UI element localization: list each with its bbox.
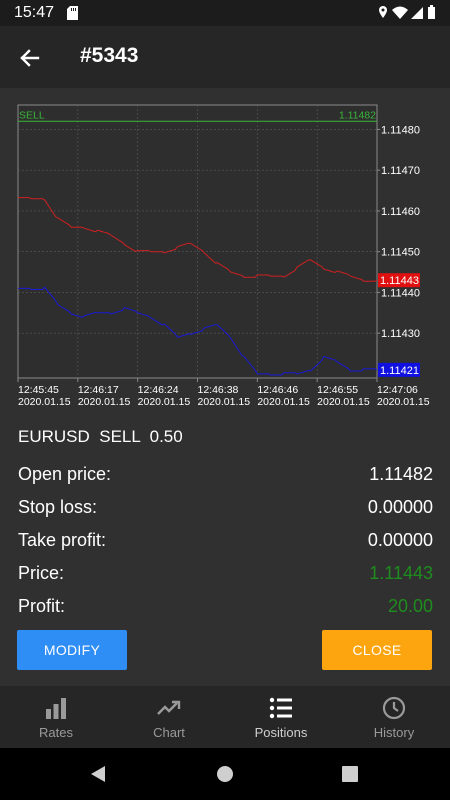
back-triangle-icon[interactable] — [88, 764, 108, 784]
trade-summary: EURUSD SELL 0.50 — [18, 427, 183, 446]
home-circle-icon[interactable] — [215, 764, 235, 784]
back-arrow-icon[interactable] — [14, 43, 44, 73]
status-system-icons — [379, 5, 435, 19]
price-chart[interactable]: 1.11480 1.11470 1.11460 1.11450 1.11440 1.114… — [0, 88, 450, 418]
y-tick-label: 1.11460 — [381, 206, 420, 218]
price-label-text-1: 1.11421 — [380, 365, 419, 377]
nav-item-positions[interactable]: Positions — [225, 686, 337, 748]
take-profit-row: Take profit: 0.00000 — [18, 530, 433, 558]
nav-item-history[interactable]: History — [338, 686, 450, 748]
chart-svg: 1.114801.114701.114601.114501.114401.114… — [17, 104, 430, 408]
x-tick-time: 12:47:06 — [377, 384, 418, 396]
clock-icon — [382, 696, 406, 720]
x-tick-time: 12:46:55 — [317, 384, 358, 396]
modify-button[interactable]: MODIFY — [17, 630, 127, 670]
list-icon — [269, 697, 292, 719]
y-tick-label: 1.11430 — [381, 328, 420, 340]
x-tick-time: 12:46:38 — [198, 384, 239, 396]
open-price-value: 1.11482 — [369, 464, 433, 484]
take-profit-label: Take profit: — [18, 530, 107, 550]
signal-icon — [411, 7, 423, 19]
price-row: Price: 1.11443 — [18, 563, 433, 591]
price-label-text-0: 1.11443 — [380, 275, 419, 287]
x-tick-time: 12:46:46 — [257, 384, 298, 396]
x-tick-date: 2020.01.15 — [317, 396, 370, 408]
price-value: 1.11443 — [369, 563, 433, 583]
nav-label-chart: Chart — [153, 725, 185, 740]
nav-label-rates: Rates — [39, 725, 73, 740]
nav-item-rates[interactable]: Rates — [0, 686, 112, 748]
system-nav-bar — [0, 748, 450, 800]
nav-item-chart[interactable]: Chart — [113, 686, 225, 748]
stop-loss-value: 0.00000 — [367, 497, 433, 517]
price-label: Price: — [18, 563, 65, 583]
sell-line-label: SELL — [19, 109, 45, 121]
nav-label-history: History — [373, 725, 415, 740]
recents-square-icon[interactable] — [340, 764, 360, 784]
x-tick-time: 12:46:17 — [78, 384, 119, 396]
profit-label: Profit: — [18, 596, 66, 616]
close-button[interactable]: CLOSE — [322, 630, 432, 670]
nav-label-positions: Positions — [254, 725, 308, 740]
battery-icon — [428, 5, 435, 19]
profit-row: Profit: 20.00 — [18, 596, 433, 624]
x-tick-date: 2020.01.15 — [78, 396, 131, 408]
x-tick-date: 2020.01.15 — [138, 396, 191, 408]
y-tick-label: 1.11440 — [381, 287, 420, 299]
x-tick-time: 12:45:45 — [18, 384, 59, 396]
y-tick-label: 1.11450 — [381, 247, 420, 259]
take-profit-value: 0.00000 — [367, 530, 433, 550]
app-bar: #5343 — [0, 26, 450, 88]
x-tick-date: 2020.01.15 — [257, 396, 310, 408]
stop-loss-row: Stop loss: 0.00000 — [18, 497, 433, 525]
page-title: #5343 — [80, 44, 139, 67]
y-tick-label: 1.11470 — [381, 165, 420, 177]
bottom-nav: Rates Chart Positions History — [0, 686, 450, 748]
x-tick-time: 12:46:24 — [138, 384, 179, 396]
sell-line-value: 1.11482 — [339, 109, 376, 121]
x-tick-date: 2020.01.15 — [198, 396, 251, 408]
sd-card-icon — [67, 6, 78, 20]
y-tick-label: 1.11480 — [381, 124, 420, 136]
profit-value: 20.00 — [387, 596, 433, 616]
open-price-label: Open price: — [18, 464, 112, 484]
open-price-row: Open price: 1.11482 — [18, 464, 433, 492]
stop-loss-label: Stop loss: — [18, 497, 98, 517]
trending-icon — [157, 700, 181, 715]
location-icon — [379, 6, 387, 18]
wifi-icon — [392, 6, 408, 19]
x-tick-date: 2020.01.15 — [18, 396, 71, 408]
status-bar: 15:47 — [0, 0, 450, 26]
x-tick-date: 2020.01.15 — [377, 396, 430, 408]
status-time: 15:47 — [14, 4, 55, 21]
bar-chart-icon — [46, 698, 66, 719]
